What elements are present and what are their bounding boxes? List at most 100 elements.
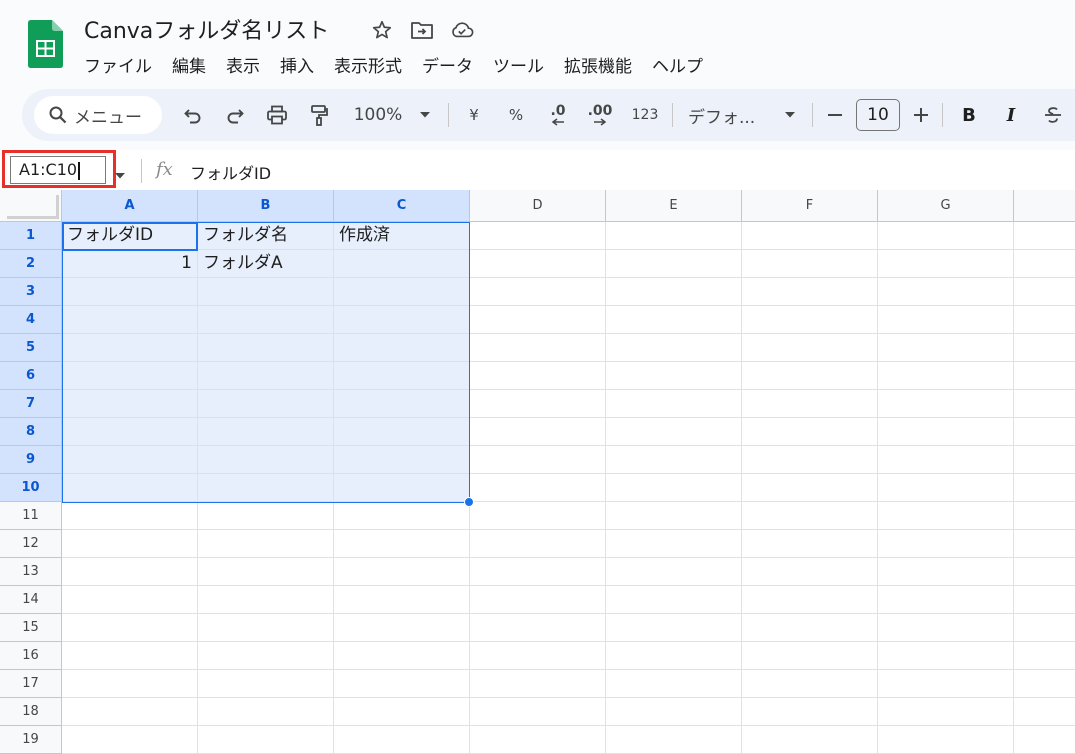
- cell-h11[interactable]: [1014, 502, 1075, 530]
- cell-h9[interactable]: [1014, 446, 1075, 474]
- cell-b17[interactable]: [198, 670, 334, 698]
- cell-c19[interactable]: [334, 726, 470, 754]
- cell-e1[interactable]: [606, 222, 742, 250]
- cell-g10[interactable]: [878, 474, 1014, 502]
- fill-handle[interactable]: [464, 497, 474, 507]
- cell-d9[interactable]: [470, 446, 606, 474]
- cell-f9[interactable]: [742, 446, 878, 474]
- cell-h16[interactable]: [1014, 642, 1075, 670]
- menu-view[interactable]: 表示: [216, 52, 270, 82]
- cell-c6[interactable]: [334, 362, 470, 390]
- cell-b4[interactable]: [198, 306, 334, 334]
- cloud-saved-icon[interactable]: [450, 18, 474, 42]
- row-header-8[interactable]: 8: [0, 418, 62, 446]
- row-header-3[interactable]: 3: [0, 278, 62, 306]
- cell-f6[interactable]: [742, 362, 878, 390]
- cell-g6[interactable]: [878, 362, 1014, 390]
- menu-format[interactable]: 表示形式: [324, 52, 412, 82]
- redo-icon[interactable]: [220, 89, 250, 141]
- cell-h2[interactable]: [1014, 250, 1075, 278]
- cell-b16[interactable]: [198, 642, 334, 670]
- cell-f5[interactable]: [742, 334, 878, 362]
- column-header-c[interactable]: C: [334, 190, 470, 222]
- decrease-decimal-button[interactable]: .0: [544, 89, 572, 141]
- menu-insert[interactable]: 挿入: [270, 52, 324, 82]
- cell-a19[interactable]: [62, 726, 198, 754]
- move-to-folder-icon[interactable]: [410, 18, 434, 42]
- cell-d11[interactable]: [470, 502, 606, 530]
- cell-e16[interactable]: [606, 642, 742, 670]
- cell-b13[interactable]: [198, 558, 334, 586]
- menu-edit[interactable]: 編集: [162, 52, 216, 82]
- cell-d10[interactable]: [470, 474, 606, 502]
- formula-input[interactable]: フォルダID: [190, 160, 271, 184]
- cell-d12[interactable]: [470, 530, 606, 558]
- cell-a11[interactable]: [62, 502, 198, 530]
- cell-c18[interactable]: [334, 698, 470, 726]
- cell-g7[interactable]: [878, 390, 1014, 418]
- column-header-f[interactable]: F: [742, 190, 878, 222]
- zoom-dropdown-icon[interactable]: [415, 89, 435, 141]
- cell-g16[interactable]: [878, 642, 1014, 670]
- menu-file[interactable]: ファイル: [74, 52, 162, 82]
- cell-f15[interactable]: [742, 614, 878, 642]
- cell-b2[interactable]: フォルダA: [198, 250, 334, 278]
- cell-c4[interactable]: [334, 306, 470, 334]
- cell-e14[interactable]: [606, 586, 742, 614]
- cell-g15[interactable]: [878, 614, 1014, 642]
- cell-c16[interactable]: [334, 642, 470, 670]
- decrease-font-size-icon[interactable]: [822, 89, 848, 141]
- cell-e17[interactable]: [606, 670, 742, 698]
- cell-h6[interactable]: [1014, 362, 1075, 390]
- cell-g12[interactable]: [878, 530, 1014, 558]
- cell-a5[interactable]: [62, 334, 198, 362]
- column-header-b[interactable]: B: [198, 190, 334, 222]
- cell-e13[interactable]: [606, 558, 742, 586]
- percent-format-button[interactable]: %: [504, 89, 528, 141]
- cell-h3[interactable]: [1014, 278, 1075, 306]
- cell-e9[interactable]: [606, 446, 742, 474]
- cell-c9[interactable]: [334, 446, 470, 474]
- sheets-logo-icon[interactable]: [28, 20, 63, 68]
- cell-b1[interactable]: フォルダ名: [198, 222, 334, 250]
- cell-d18[interactable]: [470, 698, 606, 726]
- font-dropdown-icon[interactable]: [780, 89, 800, 141]
- cell-g14[interactable]: [878, 586, 1014, 614]
- cell-b19[interactable]: [198, 726, 334, 754]
- cell-d17[interactable]: [470, 670, 606, 698]
- cell-e5[interactable]: [606, 334, 742, 362]
- cell-c15[interactable]: [334, 614, 470, 642]
- cell-f10[interactable]: [742, 474, 878, 502]
- cell-f18[interactable]: [742, 698, 878, 726]
- row-header-18[interactable]: 18: [0, 698, 62, 726]
- cell-f14[interactable]: [742, 586, 878, 614]
- column-header-d[interactable]: D: [470, 190, 606, 222]
- cell-a16[interactable]: [62, 642, 198, 670]
- cell-a6[interactable]: [62, 362, 198, 390]
- cell-e10[interactable]: [606, 474, 742, 502]
- cell-b12[interactable]: [198, 530, 334, 558]
- cell-a7[interactable]: [62, 390, 198, 418]
- row-header-12[interactable]: 12: [0, 530, 62, 558]
- name-box-dropdown-icon[interactable]: [114, 165, 126, 184]
- column-header-a[interactable]: A: [62, 190, 198, 222]
- menu-extensions[interactable]: 拡張機能: [554, 52, 642, 82]
- cell-e19[interactable]: [606, 726, 742, 754]
- cell-e18[interactable]: [606, 698, 742, 726]
- increase-font-size-icon[interactable]: [908, 89, 934, 141]
- row-header-17[interactable]: 17: [0, 670, 62, 698]
- cell-h5[interactable]: [1014, 334, 1075, 362]
- cell-d16[interactable]: [470, 642, 606, 670]
- menu-tools[interactable]: ツール: [483, 52, 554, 82]
- search-menus-button[interactable]: メニュー: [34, 96, 162, 134]
- cell-f17[interactable]: [742, 670, 878, 698]
- cell-g11[interactable]: [878, 502, 1014, 530]
- row-header-2[interactable]: 2: [0, 250, 62, 278]
- cell-e11[interactable]: [606, 502, 742, 530]
- cell-f4[interactable]: [742, 306, 878, 334]
- cell-d1[interactable]: [470, 222, 606, 250]
- menu-data[interactable]: データ: [412, 52, 483, 82]
- cell-h8[interactable]: [1014, 418, 1075, 446]
- cell-g3[interactable]: [878, 278, 1014, 306]
- cell-a9[interactable]: [62, 446, 198, 474]
